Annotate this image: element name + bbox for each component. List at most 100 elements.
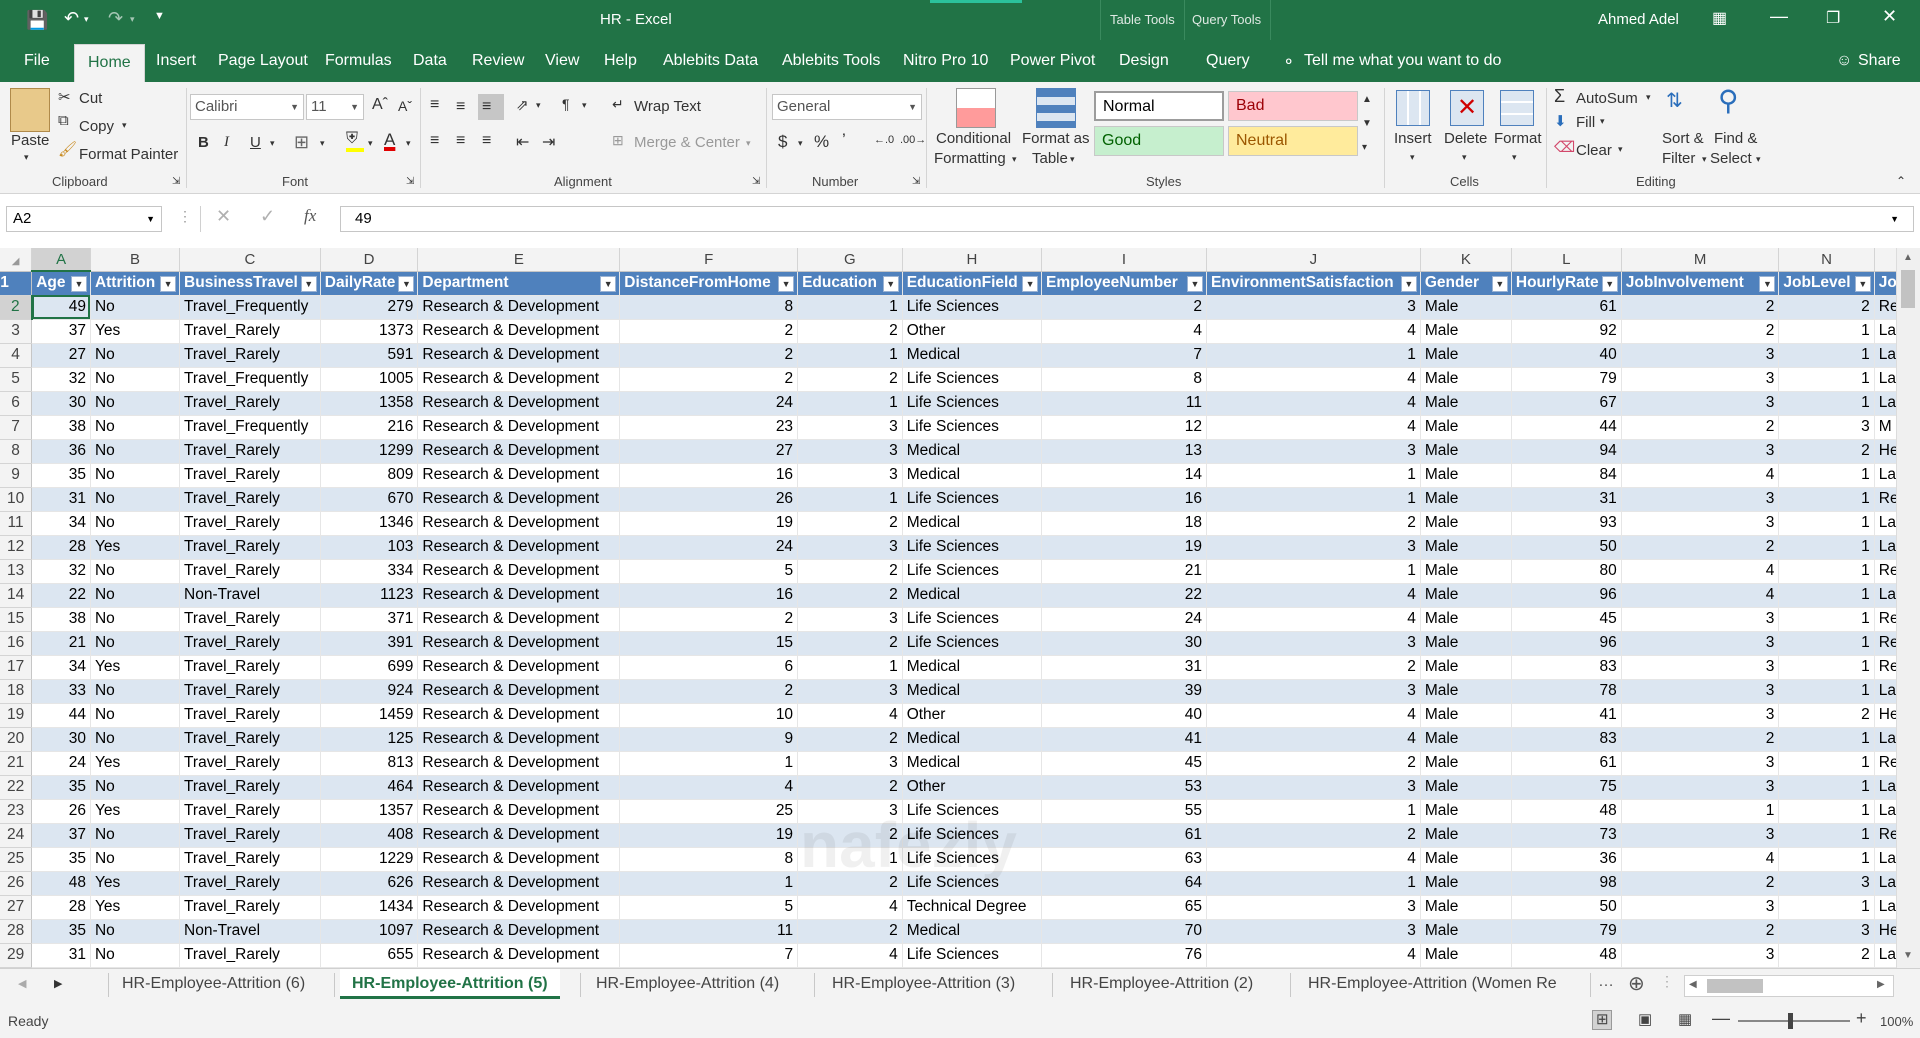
table-column-header[interactable]: JobInvolvement ▼ — [1621, 271, 1780, 296]
table-cell[interactable]: 1229 — [320, 847, 419, 872]
table-cell[interactable]: 1 — [1778, 799, 1875, 824]
column-header-n[interactable]: N — [1778, 248, 1875, 272]
table-cell[interactable]: 3 — [1621, 343, 1780, 368]
table-cell[interactable]: Male — [1420, 679, 1512, 704]
table-cell[interactable]: 3 — [1621, 631, 1780, 656]
table-cell[interactable]: 3 — [1621, 607, 1780, 632]
table-cell[interactable]: Research & Development — [417, 751, 621, 776]
table-cell[interactable]: Travel_Rarely — [179, 943, 321, 968]
active-cell[interactable]: 49 — [31, 295, 91, 320]
fill-color-dropdown-icon[interactable]: ▾ — [368, 138, 373, 149]
table-cell[interactable]: 16 — [619, 583, 799, 608]
table-cell[interactable]: 2 — [1621, 535, 1780, 560]
column-header-f[interactable]: F — [619, 248, 799, 272]
row-header[interactable]: 15 — [0, 607, 33, 632]
table-cell[interactable]: 4 — [1206, 367, 1421, 392]
row-header[interactable]: 4 — [0, 343, 33, 368]
table-cell[interactable]: 1299 — [320, 439, 419, 464]
row-header[interactable]: 11 — [0, 511, 33, 536]
table-cell[interactable]: 2 — [619, 343, 799, 368]
style-bad[interactable]: Bad — [1228, 91, 1358, 121]
table-cell[interactable]: 8 — [1041, 367, 1207, 392]
table-cell[interactable]: 25 — [619, 799, 799, 824]
tab-home[interactable]: Home — [74, 44, 145, 82]
table-cell[interactable]: 15 — [619, 631, 799, 656]
clipboard-launcher-icon[interactable]: ⇲ — [172, 176, 180, 187]
table-cell[interactable]: 41 — [1041, 727, 1207, 752]
table-cell[interactable]: 626 — [320, 871, 419, 896]
table-cell[interactable]: 36 — [31, 439, 91, 464]
row-header[interactable]: 13 — [0, 559, 33, 584]
table-cell[interactable]: 2 — [797, 511, 903, 536]
table-cell[interactable]: Research & Development — [417, 775, 621, 800]
table-cell[interactable]: Medical — [902, 655, 1043, 680]
table-cell[interactable]: 408 — [320, 823, 419, 848]
bottom-align-icon[interactable]: ≡ — [482, 98, 491, 116]
table-cell[interactable]: 3 — [797, 751, 903, 776]
table-cell[interactable]: 2 — [1778, 703, 1875, 728]
table-cell[interactable]: 1 — [1778, 895, 1875, 920]
table-cell[interactable]: Male — [1420, 631, 1512, 656]
column-header-c[interactable]: C — [179, 248, 321, 272]
table-cell[interactable]: 61 — [1511, 295, 1622, 320]
table-cell[interactable]: No — [90, 439, 181, 464]
table-cell[interactable]: 4 — [1621, 463, 1780, 488]
table-cell[interactable]: Travel_Rarely — [179, 703, 321, 728]
table-column-header[interactable]: Attrition ▼ — [90, 271, 181, 296]
table-cell[interactable]: 4 — [797, 943, 903, 968]
table-cell[interactable]: 24 — [619, 391, 799, 416]
table-cell[interactable]: Medical — [902, 583, 1043, 608]
table-cell[interactable]: 24 — [1041, 607, 1207, 632]
table-cell[interactable]: 84 — [1511, 463, 1622, 488]
table-column-header[interactable]: EnvironmentSatisfaction ▼ — [1206, 271, 1421, 296]
table-cell[interactable]: No — [90, 415, 181, 440]
table-cell[interactable]: Life Sciences — [902, 367, 1043, 392]
column-header-e[interactable]: E — [417, 248, 621, 272]
table-cell[interactable]: 16 — [1041, 487, 1207, 512]
table-cell[interactable]: Male — [1420, 391, 1512, 416]
table-cell[interactable]: Research & Development — [417, 679, 621, 704]
table-cell[interactable]: 1 — [1778, 607, 1875, 632]
table-cell[interactable]: 7 — [1041, 343, 1207, 368]
table-cell[interactable]: No — [90, 487, 181, 512]
sheet-tab-3[interactable]: HR-Employee-Attrition (3) — [820, 975, 1027, 993]
table-cell[interactable]: 64 — [1041, 871, 1207, 896]
prev-sheet-icon[interactable]: ◀ — [18, 977, 26, 990]
percent-icon[interactable]: % — [814, 132, 829, 152]
scroll-right-icon[interactable]: ▶ — [1877, 979, 1885, 990]
table-cell[interactable]: Male — [1420, 943, 1512, 968]
table-cell[interactable]: Travel_Rarely — [179, 391, 321, 416]
minimize-icon[interactable]: — — [1770, 6, 1788, 27]
table-column-header[interactable]: EducationField ▼ — [902, 271, 1043, 296]
row-header[interactable]: 25 — [0, 847, 33, 872]
table-cell[interactable]: 1 — [1206, 799, 1421, 824]
table-cell[interactable]: 83 — [1511, 727, 1622, 752]
table-cell[interactable]: Male — [1420, 823, 1512, 848]
row-header[interactable]: 28 — [0, 919, 33, 944]
table-cell[interactable]: 3 — [797, 439, 903, 464]
table-cell[interactable]: 31 — [31, 487, 91, 512]
table-cell[interactable]: No — [90, 679, 181, 704]
table-cell[interactable]: Research & Development — [417, 343, 621, 368]
table-cell[interactable]: 98 — [1511, 871, 1622, 896]
table-cell[interactable]: 19 — [619, 511, 799, 536]
filter-dropdown-icon[interactable]: ▼ — [882, 275, 899, 292]
undo-icon[interactable]: ↶ — [64, 8, 79, 29]
table-cell[interactable]: Male — [1420, 295, 1512, 320]
table-cell[interactable]: Travel_Rarely — [179, 319, 321, 344]
table-cell[interactable]: 26 — [619, 487, 799, 512]
table-cell[interactable]: Yes — [90, 895, 181, 920]
table-cell[interactable]: 3 — [797, 463, 903, 488]
table-cell[interactable]: 3 — [1206, 919, 1421, 944]
column-header-k[interactable]: K — [1420, 248, 1512, 272]
row-header[interactable]: 18 — [0, 679, 33, 704]
tab-ablebits-tools[interactable]: Ablebits Tools — [782, 52, 880, 70]
table-cell[interactable]: Travel_Rarely — [179, 511, 321, 536]
table-cell[interactable]: Male — [1420, 607, 1512, 632]
table-cell[interactable]: 78 — [1511, 679, 1622, 704]
table-cell[interactable]: 36 — [1511, 847, 1622, 872]
vertical-scroll-thumb[interactable] — [1901, 270, 1915, 308]
close-icon[interactable]: ✕ — [1882, 6, 1897, 27]
table-cell[interactable]: 48 — [1511, 799, 1622, 824]
text-direction-dropdown-icon[interactable]: ▾ — [582, 100, 587, 111]
